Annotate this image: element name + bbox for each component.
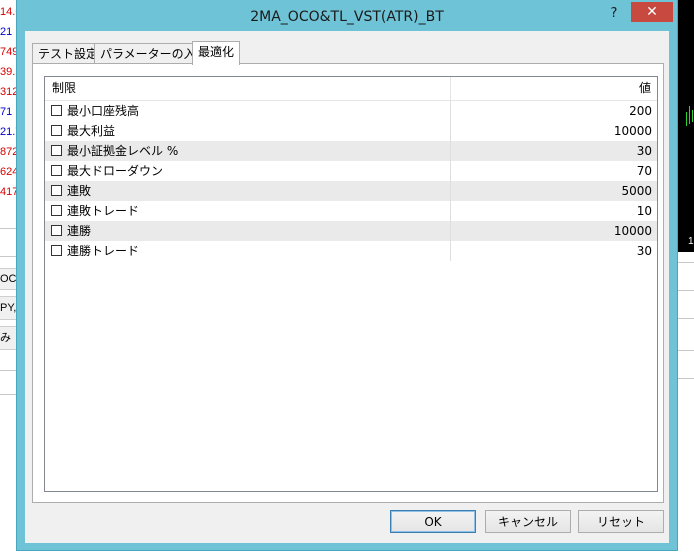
limit-checkbox[interactable] <box>51 105 62 116</box>
help-button[interactable]: ? <box>605 4 623 24</box>
background-divider <box>677 378 694 379</box>
column-divider <box>450 161 451 181</box>
limits-table: 制限 値 最小口座残高 200 最大利益 10000 最小証拠金レベル % 30… <box>44 76 658 492</box>
background-value: 21.7 <box>0 126 17 138</box>
limit-checkbox[interactable] <box>51 185 62 196</box>
background-value: 21 <box>0 26 13 38</box>
background-divider <box>0 370 17 371</box>
background-value: 14.6 <box>0 6 17 18</box>
candle <box>686 112 687 126</box>
table-row[interactable]: 連勝トレード 30 <box>45 241 657 261</box>
column-divider <box>450 201 451 221</box>
background-chart-right: 1: <box>677 0 694 559</box>
chart-axis-label: 1: <box>688 236 694 247</box>
background-divider <box>0 256 17 257</box>
limit-value[interactable]: 200 <box>629 101 652 121</box>
limit-checkbox[interactable] <box>51 145 62 156</box>
table-header: 制限 値 <box>45 77 657 101</box>
limit-label: 連敗トレード <box>67 204 140 218</box>
limit-value[interactable]: 5000 <box>621 181 652 201</box>
tester-dialog: 2MA_OCO&TL_VST(ATR)_BT ? ✕ テスト設定 パラメーターの… <box>17 0 677 550</box>
table-row[interactable]: 最小口座残高 200 <box>45 101 657 121</box>
chart-area: 1: <box>677 0 694 252</box>
limit-value[interactable]: 30 <box>637 141 652 161</box>
optimization-panel: 制限 値 最小口座残高 200 最大利益 10000 最小証拠金レベル % 30… <box>32 63 664 503</box>
column-divider <box>450 101 451 121</box>
background-terminal-left: 14.6 21 749 39.5 312 71 21.7 872 624 417… <box>0 0 17 559</box>
background-value: 71 <box>0 106 13 118</box>
background-value: 312 <box>0 86 17 98</box>
limit-label: 最小証拠金レベル % <box>67 144 179 158</box>
limit-label: 最大ドローダウン <box>67 164 164 178</box>
column-divider <box>450 141 451 161</box>
column-divider <box>450 181 451 201</box>
table-row[interactable]: 連敗トレード 10 <box>45 201 657 221</box>
limit-label: 最大利益 <box>67 124 116 138</box>
column-divider[interactable] <box>450 77 451 100</box>
table-row[interactable]: 最大利益 10000 <box>45 121 657 141</box>
background-divider <box>677 290 694 291</box>
limit-value[interactable]: 10 <box>637 201 652 221</box>
background-value: 417 <box>0 186 17 198</box>
limit-value[interactable]: 10000 <box>614 121 652 141</box>
background-field: PY, <box>0 296 17 320</box>
column-divider <box>450 241 451 261</box>
limit-checkbox[interactable] <box>51 205 62 216</box>
candle <box>692 110 693 122</box>
background-divider <box>677 262 694 263</box>
background-divider <box>677 318 694 319</box>
column-divider <box>450 221 451 241</box>
close-icon: ✕ <box>646 4 658 20</box>
column-divider <box>450 121 451 141</box>
limit-label: 連勝トレード <box>67 244 140 258</box>
table-row[interactable]: 連敗 5000 <box>45 181 657 201</box>
background-field: OCO <box>0 268 17 290</box>
table-row[interactable]: 連勝 10000 <box>45 221 657 241</box>
limit-label: 最小口座残高 <box>67 104 140 118</box>
limit-checkbox[interactable] <box>51 125 62 136</box>
background-divider <box>677 350 694 351</box>
limit-checkbox[interactable] <box>51 245 62 256</box>
column-header-value[interactable]: 値 <box>639 77 651 100</box>
cancel-button[interactable]: キャンセル <box>485 510 571 533</box>
limit-value[interactable]: 70 <box>637 161 652 181</box>
limit-checkbox[interactable] <box>51 165 62 176</box>
background-divider <box>0 228 17 229</box>
background-divider <box>0 394 17 395</box>
background-value: 872 <box>0 146 17 158</box>
limit-value[interactable]: 30 <box>637 241 652 261</box>
limit-value[interactable]: 10000 <box>614 221 652 241</box>
ok-button[interactable]: OK <box>390 510 476 533</box>
background-field: み <box>0 326 17 350</box>
close-button[interactable]: ✕ <box>631 2 673 22</box>
dialog-body: テスト設定 パラメーターの入力 最適化 制限 値 最小口座残高 200 最大利益… <box>25 31 669 543</box>
candle <box>689 106 690 124</box>
limit-label: 連勝 <box>67 224 92 238</box>
limit-checkbox[interactable] <box>51 225 62 236</box>
tab-optimization[interactable]: 最適化 <box>192 41 241 65</box>
column-header-limit[interactable]: 制限 <box>52 77 76 100</box>
background-value: 624 <box>0 166 17 178</box>
background-value: 39.5 <box>0 66 17 78</box>
table-row[interactable]: 最大ドローダウン 70 <box>45 161 657 181</box>
window-title: 2MA_OCO&TL_VST(ATR)_BT <box>250 9 444 25</box>
limit-label: 連敗 <box>67 184 92 198</box>
table-row[interactable]: 最小証拠金レベル % 30 <box>45 141 657 161</box>
background-value: 749 <box>0 46 17 58</box>
reset-button[interactable]: リセット <box>578 510 664 533</box>
